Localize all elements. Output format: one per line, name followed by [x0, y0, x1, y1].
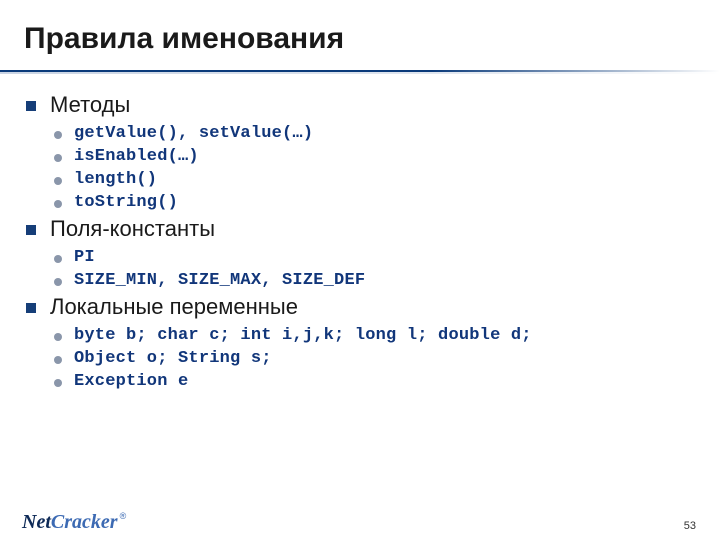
dot-bullet-icon	[54, 255, 62, 263]
page-number: 53	[684, 520, 696, 532]
code-text: getValue(), setValue(…)	[74, 124, 313, 143]
list-item: SIZE_MIN, SIZE_MAX, SIZE_DEF	[54, 271, 696, 290]
code-text: PI	[74, 248, 95, 267]
section-heading-text: Методы	[50, 92, 130, 118]
list-item: isEnabled(…)	[54, 147, 696, 166]
list-item: byte b; char c; int i,j,k; long l; doubl…	[54, 326, 696, 345]
section-heading-text: Локальные переменные	[50, 294, 298, 320]
dot-bullet-icon	[54, 356, 62, 364]
brand-net: Net	[22, 511, 51, 534]
brand-reg: ®	[120, 511, 127, 521]
list-item: getValue(), setValue(…)	[54, 124, 696, 143]
code-text: Object o; String s;	[74, 349, 272, 368]
code-text: byte b; char c; int i,j,k; long l; doubl…	[74, 326, 532, 345]
section-heading: Методы	[26, 92, 696, 118]
dot-bullet-icon	[54, 200, 62, 208]
square-bullet-icon	[26, 225, 36, 235]
square-bullet-icon	[26, 303, 36, 313]
dot-bullet-icon	[54, 131, 62, 139]
dot-bullet-icon	[54, 154, 62, 162]
section-heading-text: Поля-константы	[50, 216, 215, 242]
footer: NetCracker® 53	[0, 506, 720, 540]
title-rule	[24, 70, 696, 74]
content: Методы getValue(), setValue(…) isEnabled…	[26, 92, 696, 391]
brand-logo: NetCracker®	[22, 511, 126, 534]
dot-bullet-icon	[54, 177, 62, 185]
page-title: Правила именования	[24, 22, 696, 56]
brand-cracker: Cracker	[51, 511, 118, 534]
code-text: SIZE_MIN, SIZE_MAX, SIZE_DEF	[74, 271, 365, 290]
code-text: isEnabled(…)	[74, 147, 199, 166]
code-text: toString()	[74, 193, 178, 212]
code-text: Exception e	[74, 372, 188, 391]
dot-bullet-icon	[54, 278, 62, 286]
list-item: Exception e	[54, 372, 696, 391]
list-item: PI	[54, 248, 696, 267]
code-text: length()	[74, 170, 157, 189]
section-heading: Локальные переменные	[26, 294, 696, 320]
list-item: Object o; String s;	[54, 349, 696, 368]
list-item: toString()	[54, 193, 696, 212]
section-heading: Поля-константы	[26, 216, 696, 242]
square-bullet-icon	[26, 101, 36, 111]
dot-bullet-icon	[54, 379, 62, 387]
list-item: length()	[54, 170, 696, 189]
slide: Правила именования Методы getValue(), se…	[0, 0, 720, 540]
dot-bullet-icon	[54, 333, 62, 341]
